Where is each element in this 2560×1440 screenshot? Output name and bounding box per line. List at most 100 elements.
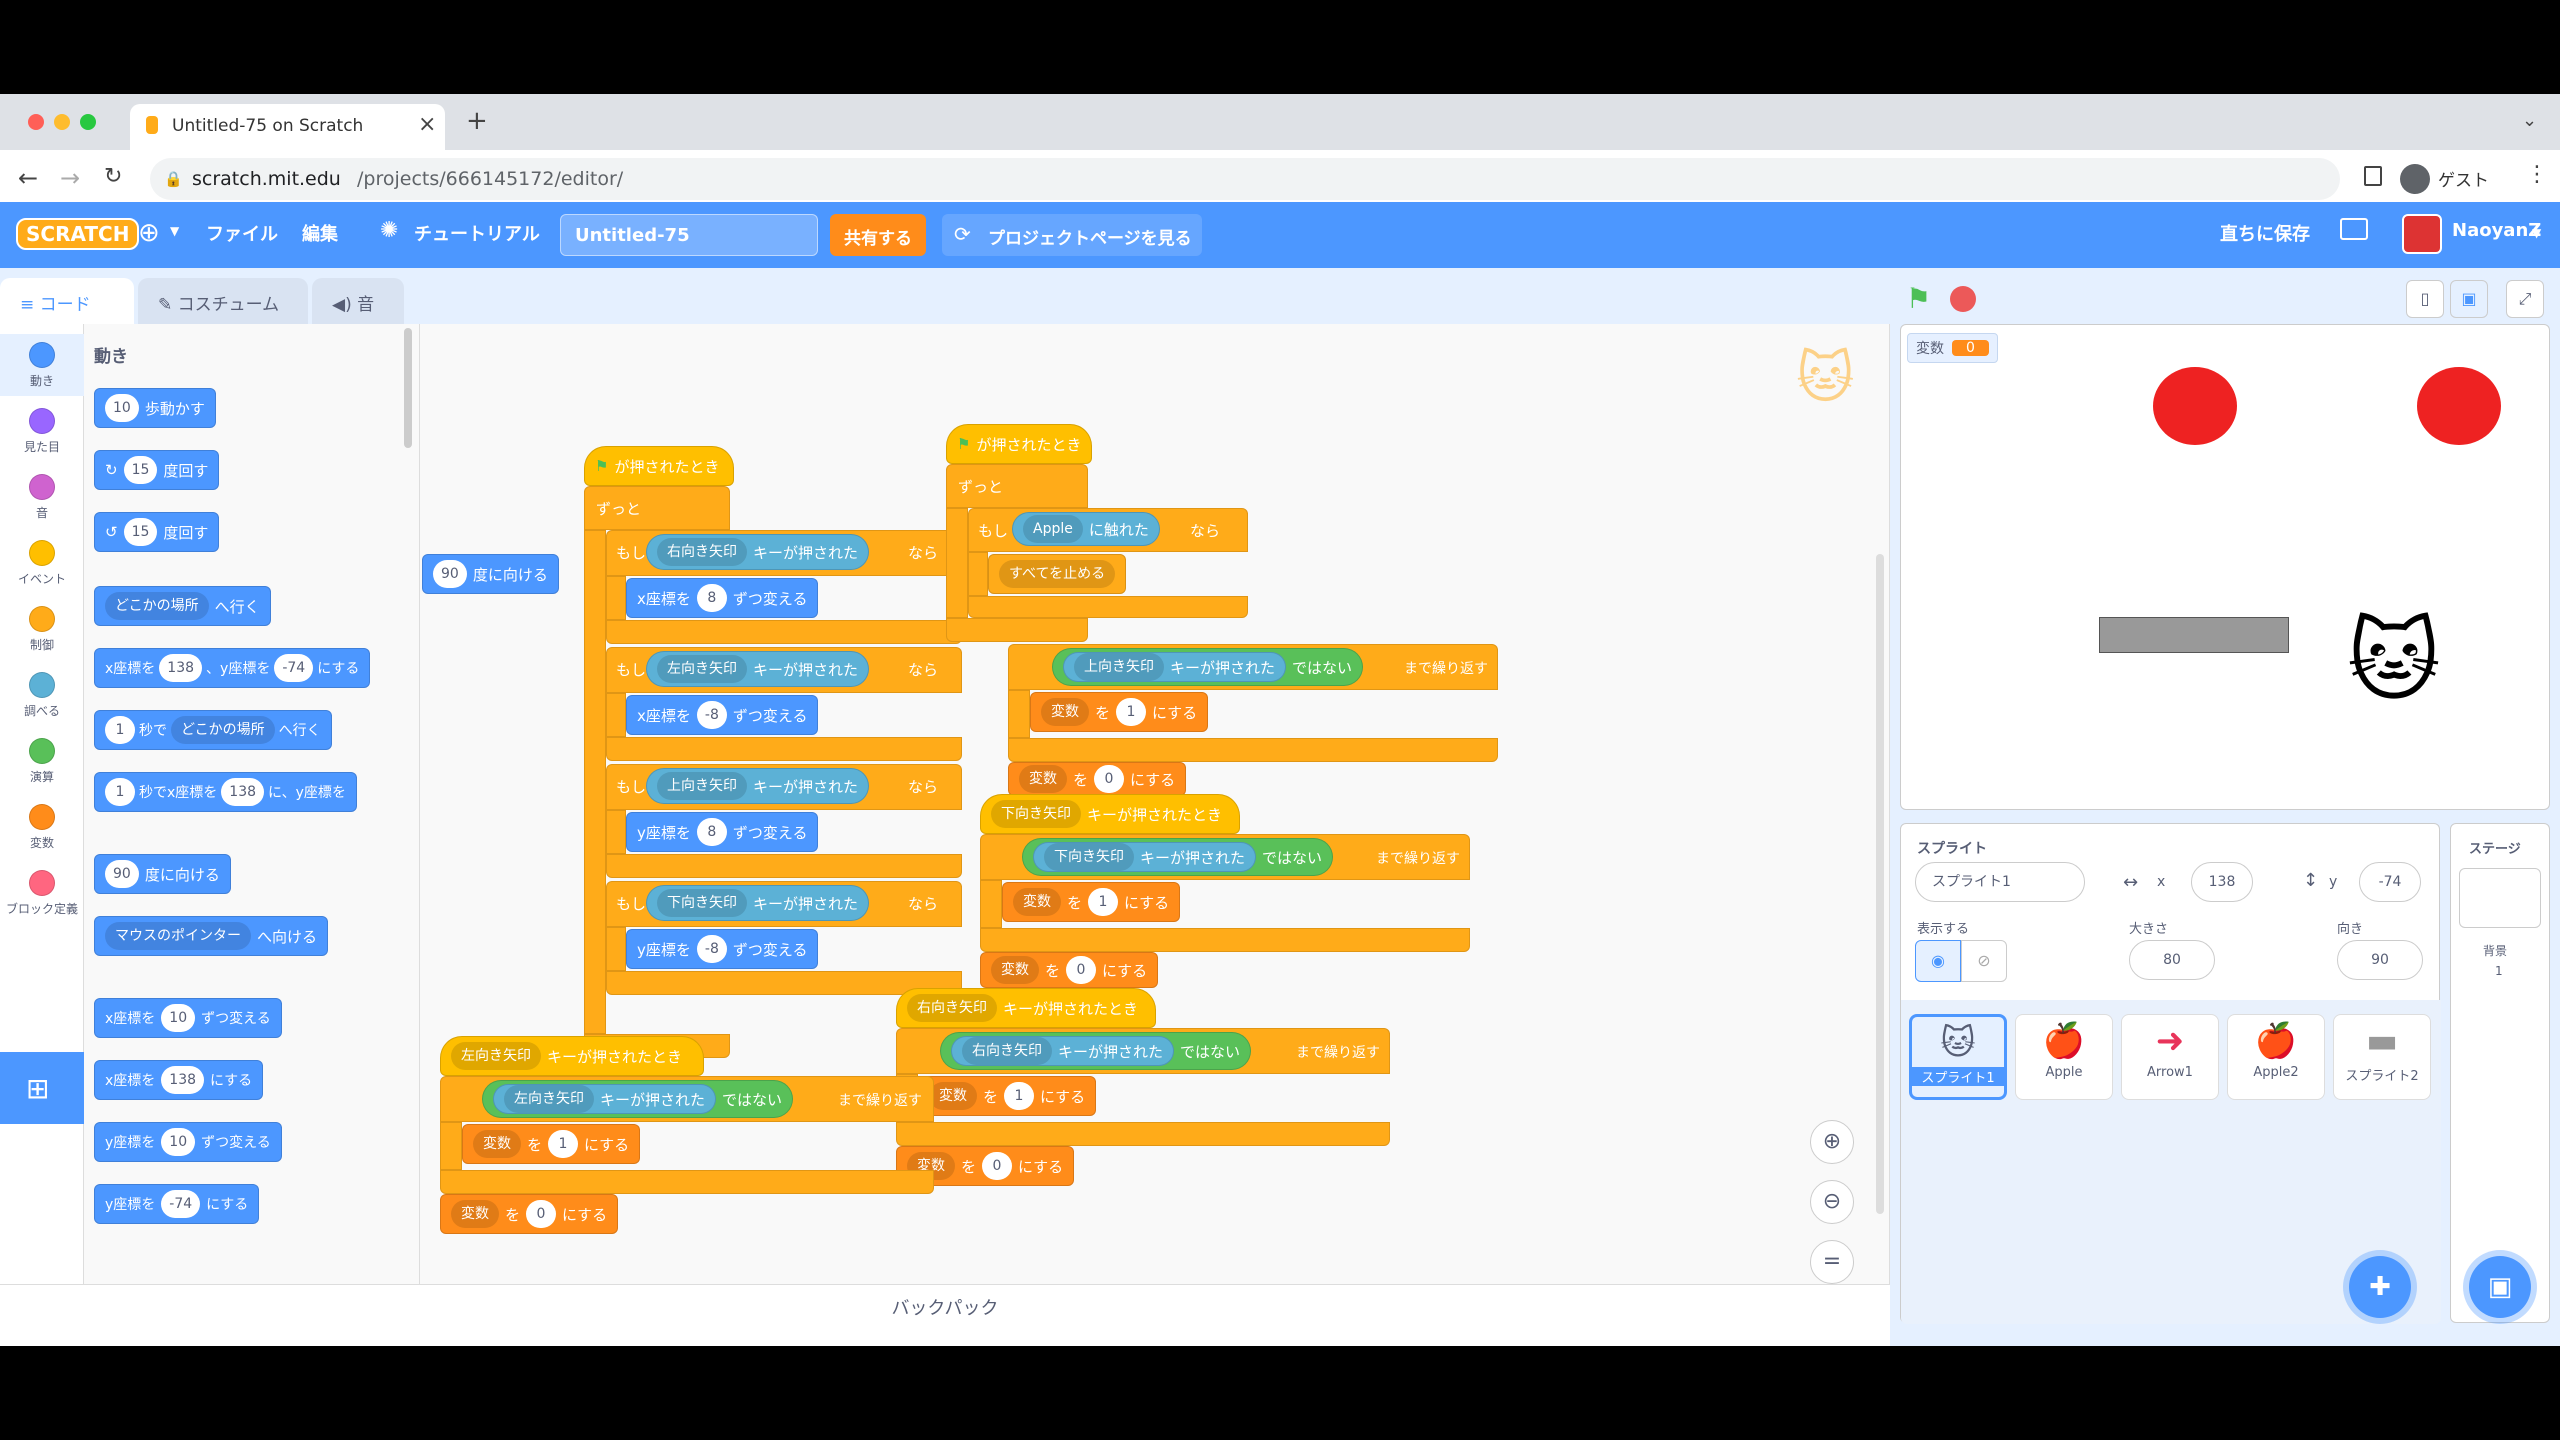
small-stage-button[interactable]: ▯ [2406,280,2444,318]
zoom-out-button[interactable]: ⊖ [1810,1180,1854,1224]
block-dropdown[interactable]: 変数 [473,1130,521,1158]
block-dropdown[interactable]: 左向き矢印 [451,1042,541,1070]
block-input[interactable]: 1 [105,778,135,806]
block-input[interactable]: 10 [161,1128,196,1156]
block-input[interactable]: -74 [274,654,314,682]
glide-to-xy-block[interactable]: 1 秒でx座標を 138 に、y座標を [94,772,357,812]
move-steps-block[interactable]: 10 歩動かす [94,388,216,428]
url-field[interactable]: 🔒 scratch.mit.edu /projects/666145172/ed… [150,158,2340,200]
block-dropdown[interactable]: 変数 [451,1200,499,1228]
category-item[interactable]: 演算 [0,730,84,792]
sprite-thumbnail[interactable]: ▬ スプライト2 [2333,1014,2431,1100]
block-input[interactable]: 10 [105,394,139,422]
go-to-xy-block[interactable]: x座標を 138 、y座標を -74 にする [94,648,371,688]
set-x-block[interactable]: x座標を 138 にする [94,1060,264,1100]
not-operator[interactable]: 上向き矢印 キーが押された ではない [1052,648,1364,686]
not-operator[interactable]: 下向き矢印 キーが押された ではない [1022,838,1334,876]
show-sprite-eye-icon[interactable]: ◉ [1915,940,1961,982]
set-var-block[interactable]: 変数を 0 にする [440,1194,619,1234]
script-scrollbar[interactable] [1876,554,1884,1214]
tab-code[interactable]: ≡ コード [0,278,134,324]
block-input[interactable]: 1 [1004,1082,1035,1110]
save-now-button[interactable]: 直ちに保存 [2220,220,2310,246]
block-dropdown[interactable]: Apple [1023,515,1083,543]
sprite-thumbnail[interactable]: 🍎 Apple2 [2227,1014,2325,1100]
guest-label[interactable]: ゲスト [2438,166,2489,191]
block-dropdown[interactable]: 変数 [929,1082,977,1110]
new-tab-icon[interactable]: + [466,106,488,136]
loose-point-direction-block[interactable]: 90 度に向ける [422,554,559,594]
point-towards-block[interactable]: マウスのポインター へ向ける [94,916,329,956]
cat-sprite[interactable]: 🐱 [2347,609,2441,714]
block-input[interactable]: -74 [161,1190,201,1218]
large-stage-button[interactable]: ▣ [2450,280,2488,318]
change-x-block[interactable]: x座標を 10 ずつ変える [94,998,282,1038]
change-axis-block[interactable]: y座標を -8 ずつ変える [626,929,819,969]
sprite-thumbnail[interactable]: ➜ Arrow1 [2121,1014,2219,1100]
reload-icon[interactable]: ↻ [104,164,122,189]
add-extension-button[interactable]: ⊞ [0,1052,84,1124]
block-dropdown[interactable]: どこかの場所 [105,592,209,620]
block-input[interactable]: 15 [123,518,158,546]
tab-list-chevron-icon[interactable]: ⌄ [2522,110,2537,131]
see-project-page-button[interactable]: ⟳ プロジェクトページを見る [942,214,1202,256]
block-dropdown[interactable]: 変数 [1013,888,1061,916]
block-input[interactable]: 1 [548,1130,579,1158]
block-input[interactable]: 8 [696,818,727,846]
not-operator[interactable]: 左向き矢印 キーが押された ではない [482,1080,794,1118]
stage-selector[interactable]: ステージ 背景 1 ▣ [2450,823,2550,1323]
hide-sprite-eye-icon[interactable]: ⊘ [1961,940,2007,982]
back-icon[interactable]: ← [18,164,38,192]
set-y-block[interactable]: y座標を -74 にする [94,1184,260,1224]
y-input[interactable]: -74 [2359,862,2421,902]
set-var-block[interactable]: 変数を 0 にする [980,952,1159,988]
block-input[interactable]: 1 [1088,888,1119,916]
language-globe-icon[interactable]: ⊕ [138,218,160,248]
key-pressed-sensor[interactable]: 左向き矢印 キーが押された [646,651,870,687]
change-axis-block[interactable]: y座標を 8 ずつ変える [626,812,819,852]
turn-right-block[interactable]: ↻ 15 度回す [94,450,220,490]
change-var-block[interactable]: 変数を 1 にする [1030,692,1209,732]
category-item[interactable]: イベント [0,532,84,594]
stage-canvas[interactable]: 変数 0 🐱 [1900,324,2550,810]
my-stuff-folder-icon[interactable] [2340,218,2368,240]
minimize-window-icon[interactable] [54,114,70,130]
block-input[interactable]: 0 [1094,765,1125,793]
edit-menu[interactable]: 編集 [302,220,338,246]
point-direction-block[interactable]: 90 度に向ける [94,854,231,894]
user-avatar[interactable] [2402,214,2442,254]
category-item[interactable]: 音 [0,466,84,528]
category-item[interactable]: 制御 [0,598,84,660]
x-input[interactable]: 138 [2191,862,2253,902]
block-input[interactable]: -8 [696,701,727,729]
block-dropdown[interactable]: 左向き矢印 [504,1085,594,1113]
block-input[interactable]: 8 [696,584,727,612]
block-input[interactable]: 138 [221,778,265,806]
close-window-icon[interactable] [28,114,44,130]
scratch-logo[interactable]: SCRATCH [16,218,140,250]
sprite-thumbnail[interactable]: 🐱 スプライト1 [1909,1014,2007,1100]
key-pressed-sensor[interactable]: 下向き矢印 キーが押された [1033,842,1257,872]
stage-thumbnail[interactable] [2459,868,2541,928]
share-button[interactable]: 共有する [830,214,926,256]
block-input[interactable]: 138 [159,654,203,682]
add-backdrop-button[interactable]: ▣ [2469,1256,2531,1318]
change-var-block[interactable]: 変数を 1 にする [918,1076,1097,1116]
block-input[interactable]: 15 [123,456,158,484]
apple-sprite[interactable] [2153,367,2237,445]
block-dropdown[interactable]: 変数 [1019,765,1067,793]
block-dropdown[interactable]: すべてを止める [999,560,1116,588]
when-flag-clicked-hat-2[interactable]: ⚑ が押されたとき [946,424,1092,464]
username-label[interactable]: NaoyanZ [2452,220,2541,241]
block-dropdown[interactable]: 上向き矢印 [1074,653,1164,681]
zoom-in-button[interactable]: ⊕ [1810,1120,1854,1164]
apple2-sprite[interactable] [2417,367,2501,445]
fullscreen-button[interactable]: ⤢ [2506,280,2544,318]
key-pressed-sensor[interactable]: 右向き矢印 キーが押された [646,534,870,570]
gray-bar-sprite[interactable] [2099,617,2289,653]
stop-button-icon[interactable] [1950,286,1976,312]
category-item[interactable]: 動き [0,334,84,396]
when-flag-clicked-hat-1[interactable]: ⚑ が押されたとき [584,446,734,486]
category-item[interactable]: 見た目 [0,400,84,462]
project-title-input[interactable]: Untitled-75 [560,214,818,256]
